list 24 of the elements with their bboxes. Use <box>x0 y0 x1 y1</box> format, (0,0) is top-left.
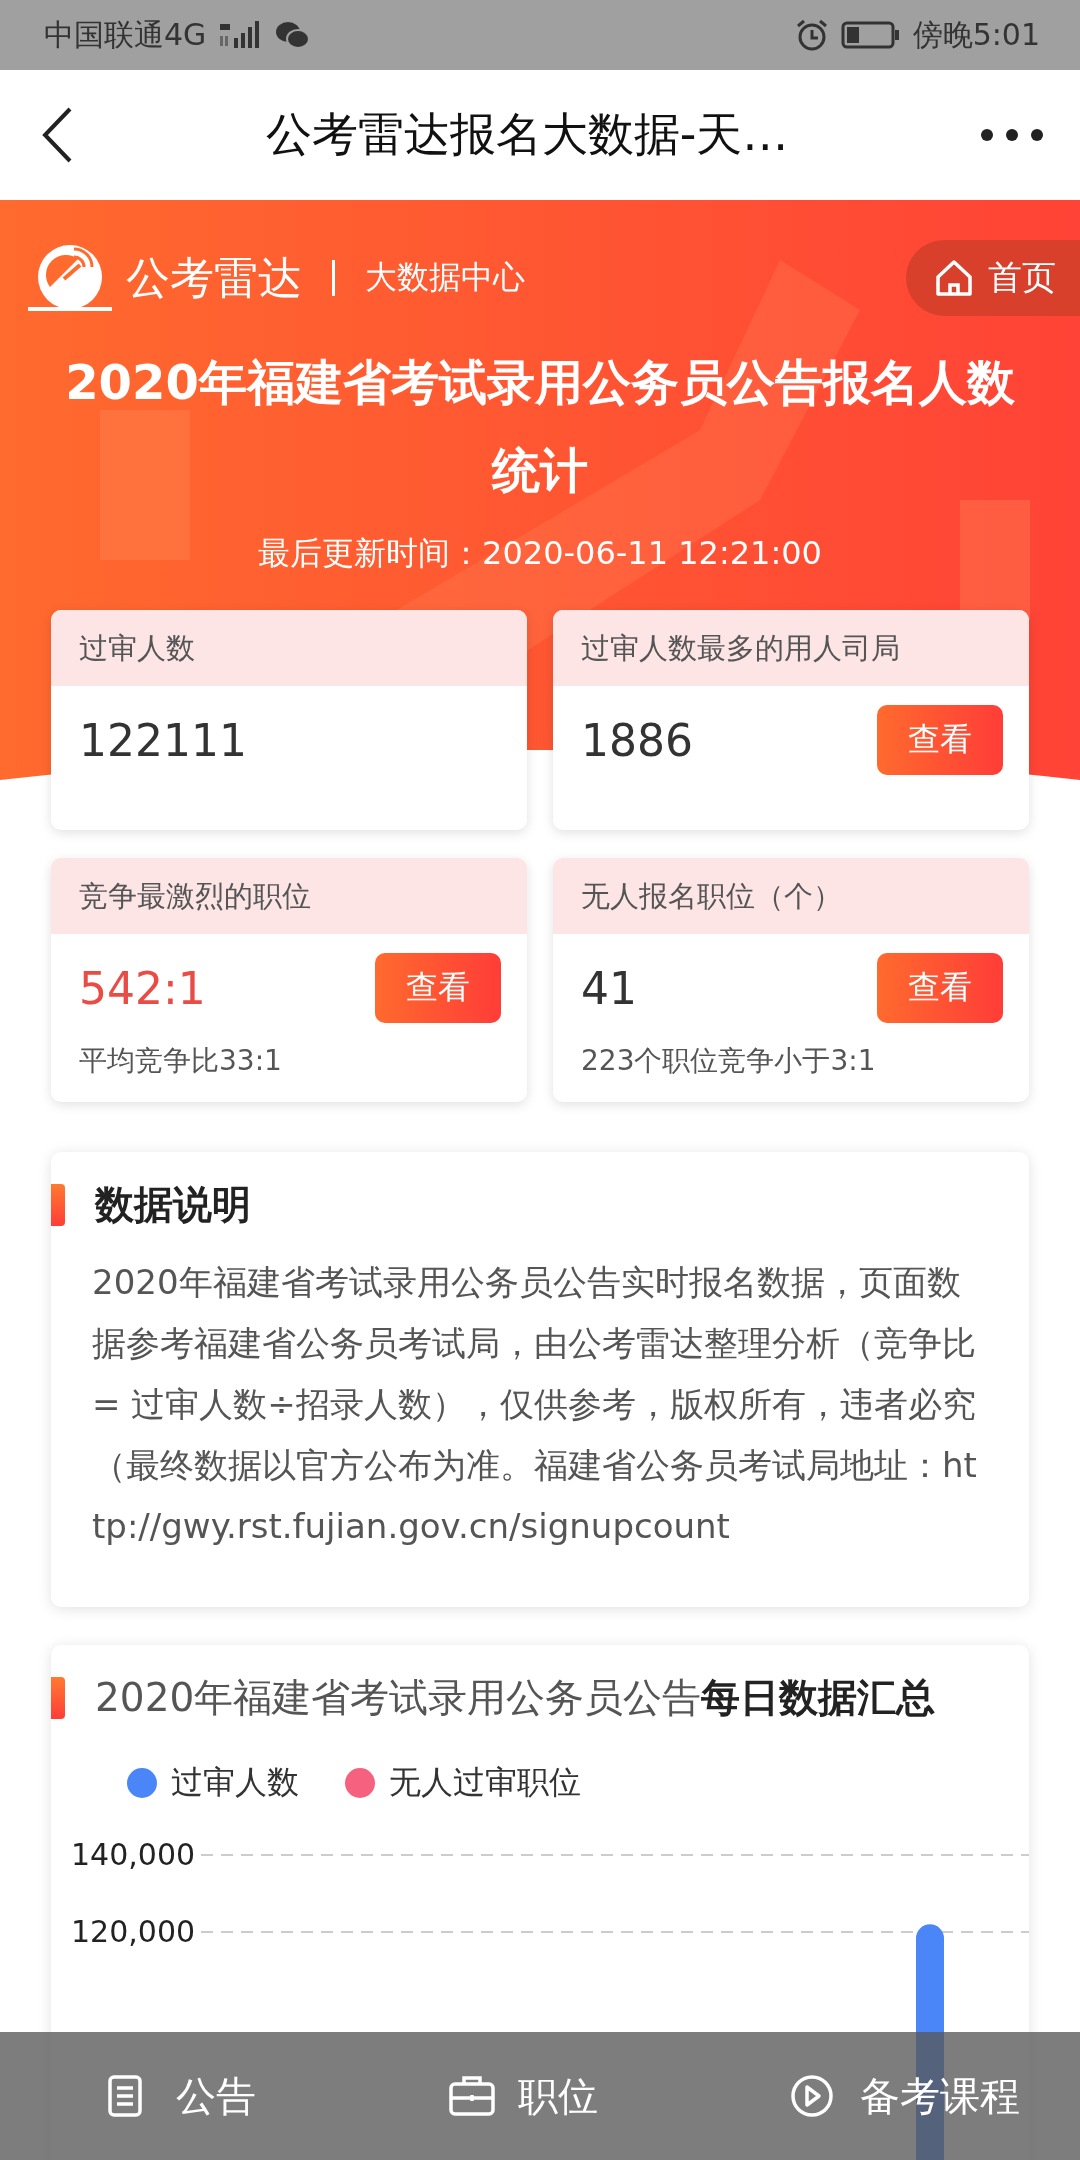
stat-label: 过审人数最多的用人司局 <box>553 610 1029 686</box>
stat-label: 竞争最激烈的职位 <box>51 858 527 934</box>
description-text: 2020年福建省考试录用公务员公告实时报名数据，页面数据参考福建省公务员考试局，由公考雷达整理分析（竞争比 = 过审人数÷招录人数），仅供参考，版权所有，违者必究（最终数据以官方公布为准。福建省公务员考试局地址：http://gwy.rst.fujian.gov.cn/signupcount <box>91 1261 978 1548</box>
axis-tick-label: 120,000 <box>71 1914 196 1949</box>
stat-label: 过审人数 <box>51 610 527 686</box>
section-title: 2020年福建省考试录用公务员公告每日数据汇总 <box>95 1674 936 1722</box>
legend-label: 过审人数 <box>171 1762 299 1803</box>
report-title: 2020年福建省考试录用公务员公告报名人数统计 <box>64 353 1016 500</box>
legend-label: 无人过审职位 <box>389 1762 581 1803</box>
carrier-name: 中国联通4G <box>44 15 207 54</box>
page-title: 公考雷达报名大数据-天… <box>264 106 790 163</box>
stat-note: 平均竞争比33:1 <box>79 1043 283 1079</box>
axis-tick-label: 140,000 <box>71 1837 196 1872</box>
update-time: 最后更新时间：2020-06-11 12:21:00 <box>257 533 823 574</box>
section-name: 大数据中心 <box>365 257 525 298</box>
stat-value: 41 <box>581 962 637 1014</box>
stat-note: 223个职位竞争小于3:1 <box>581 1043 877 1079</box>
clock-time: 傍晚5:01 <box>912 15 1040 54</box>
stat-value: 542:1 <box>79 962 206 1014</box>
section-title: 数据说明 <box>95 1181 251 1229</box>
stat-value: 122111 <box>79 714 247 766</box>
stat-value: 1886 <box>581 714 693 766</box>
stat-label: 无人报名职位（个） <box>553 858 1029 934</box>
brand-name: 公考雷达 <box>126 250 302 305</box>
